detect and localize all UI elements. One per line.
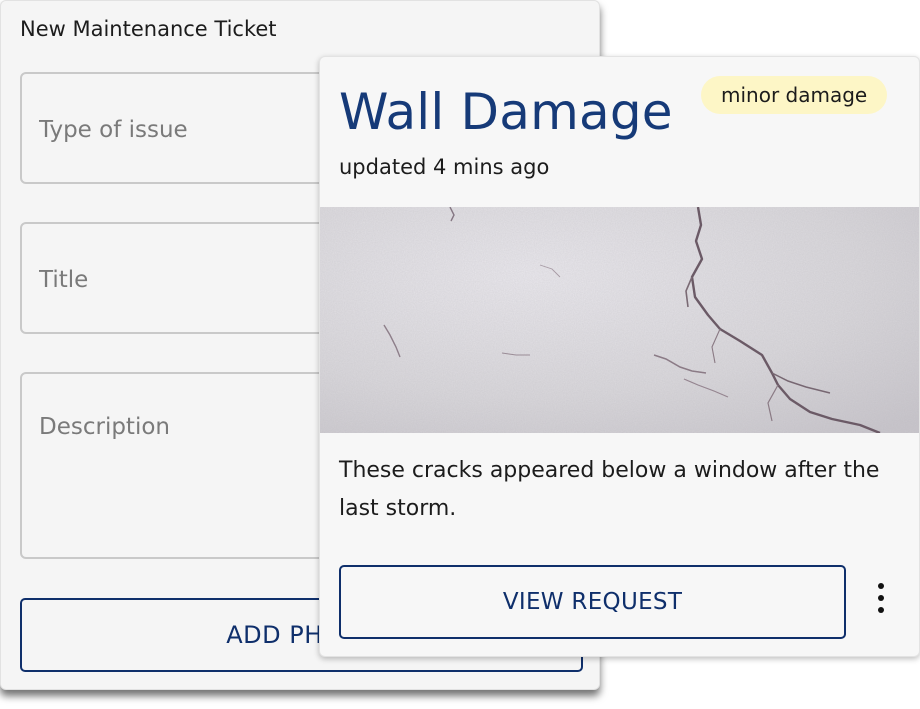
cracked-wall-photo bbox=[320, 207, 919, 433]
view-request-button[interactable]: VIEW REQUEST bbox=[339, 565, 846, 639]
ticket-description: These cracks appeared below a window aft… bbox=[339, 458, 880, 521]
more-dot bbox=[878, 583, 884, 589]
more-vertical-icon[interactable] bbox=[866, 583, 896, 619]
screen: New Maintenance Ticket ADD PHOTO Wall Da… bbox=[0, 0, 920, 709]
wall-crack-image bbox=[320, 207, 919, 433]
form-title: New Maintenance Ticket bbox=[20, 17, 277, 41]
more-dot bbox=[878, 607, 884, 613]
ticket-card: Wall Damage minor damage updated 4 mins … bbox=[319, 56, 920, 657]
updated-timestamp: updated 4 mins ago bbox=[339, 155, 550, 179]
ticket-title: Wall Damage bbox=[339, 83, 673, 141]
more-dot bbox=[878, 595, 884, 601]
severity-badge: minor damage bbox=[701, 76, 888, 114]
